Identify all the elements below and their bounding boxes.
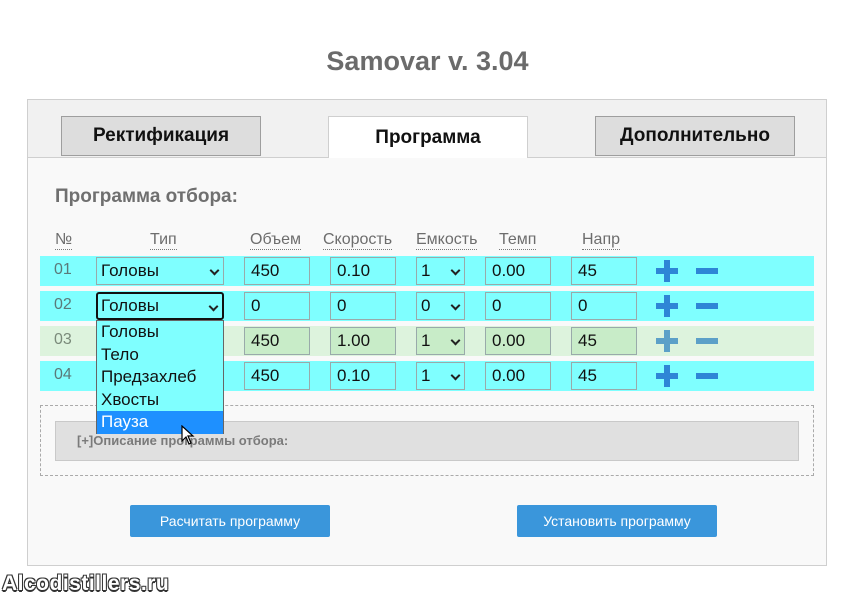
tab-additional[interactable]: Дополнительно [595,116,795,156]
type-dropdown-list: Головы Тело Предзахлеб Хвосты Пауза [96,320,224,434]
col-header-voltage: Напр [582,231,621,250]
app-title: Samovar v. 3.04 [326,46,529,76]
tank-select[interactable]: 0 [416,292,465,320]
type-select-value: Головы [101,296,159,315]
dropdown-option-body[interactable]: Тело [97,344,223,367]
remove-row-minus-icon[interactable] [696,330,718,352]
col-header-speed: Скорость [323,231,393,250]
section-title: Программа отбора: [55,186,238,207]
add-row-plus-icon[interactable] [656,365,678,387]
dropdown-option-prechoke[interactable]: Предзахлеб [97,366,223,389]
row-number: 01 [54,261,72,278]
col-header-temp: Темп [499,231,537,250]
row-number: 02 [54,296,72,313]
type-select[interactable]: Головы [96,292,224,320]
speed-input[interactable]: 0 [330,292,396,320]
speed-input[interactable]: 1.00 [330,327,396,355]
add-row-plus-icon[interactable] [656,260,678,282]
tab-rectification[interactable]: Ректификация [61,116,261,156]
tank-select[interactable]: 1 [416,327,465,355]
temp-input[interactable]: 0.00 [485,257,551,285]
voltage-input[interactable]: 45 [571,257,637,285]
voltage-input[interactable]: 45 [571,327,637,355]
chevron-down-icon [450,300,461,311]
chevron-down-icon [208,301,219,312]
col-header-volume: Объем [250,231,301,250]
chevron-down-icon [450,265,461,276]
type-select[interactable]: Головы [96,257,224,285]
volume-input[interactable]: 0 [244,292,310,320]
row-number: 03 [54,331,72,348]
install-program-button[interactable]: Установить программу [517,505,717,537]
col-header-tank: Емкость [416,231,478,250]
dropdown-option-heads[interactable]: Головы [97,321,223,344]
dropdown-option-tails[interactable]: Хвосты [97,389,223,412]
calculate-program-button[interactable]: Расчитать программу [130,505,330,537]
add-row-plus-icon[interactable] [656,330,678,352]
col-header-num: № [55,231,73,250]
temp-input[interactable]: 0.00 [485,327,551,355]
main-panel: Ректификация Программа Дополнительно Про… [27,99,827,566]
chevron-down-icon [450,335,461,346]
temp-input[interactable]: 0 [485,292,551,320]
chevron-down-icon [209,265,220,276]
speed-input[interactable]: 0.10 [330,362,396,390]
remove-row-minus-icon[interactable] [696,260,718,282]
expand-toggle-icon: [+] [77,433,94,448]
chevron-down-icon [450,370,461,381]
temp-input[interactable]: 0.00 [485,362,551,390]
program-row-01: 01 Головы 450 0.10 1 0.00 45 [40,256,814,286]
program-row-02: 02 Головы 0 0 0 0 0 [40,291,814,321]
remove-row-minus-icon[interactable] [696,295,718,317]
voltage-input[interactable]: 0 [571,292,637,320]
tank-select[interactable]: 1 [416,362,465,390]
type-select-value: Головы [101,261,159,280]
volume-input[interactable]: 450 [244,327,310,355]
row-number: 04 [54,366,72,383]
col-header-type: Тип [150,231,177,250]
tank-select-value: 0 [421,296,431,315]
remove-row-minus-icon[interactable] [696,365,718,387]
tab-program[interactable]: Программа [328,116,528,158]
tank-select[interactable]: 1 [416,257,465,285]
speed-input[interactable]: 0.10 [330,257,396,285]
mouse-pointer-icon [181,425,195,445]
tank-select-value: 1 [421,331,431,350]
voltage-input[interactable]: 45 [571,362,637,390]
dropdown-option-pause[interactable]: Пауза [97,411,223,434]
watermark: Alcodistillers.ru [2,572,170,595]
tab-bar: Ректификация Программа Дополнительно [28,100,826,158]
volume-input[interactable]: 450 [244,362,310,390]
tank-select-value: 1 [421,366,431,385]
volume-input[interactable]: 450 [244,257,310,285]
add-row-plus-icon[interactable] [656,295,678,317]
tank-select-value: 1 [421,261,431,280]
